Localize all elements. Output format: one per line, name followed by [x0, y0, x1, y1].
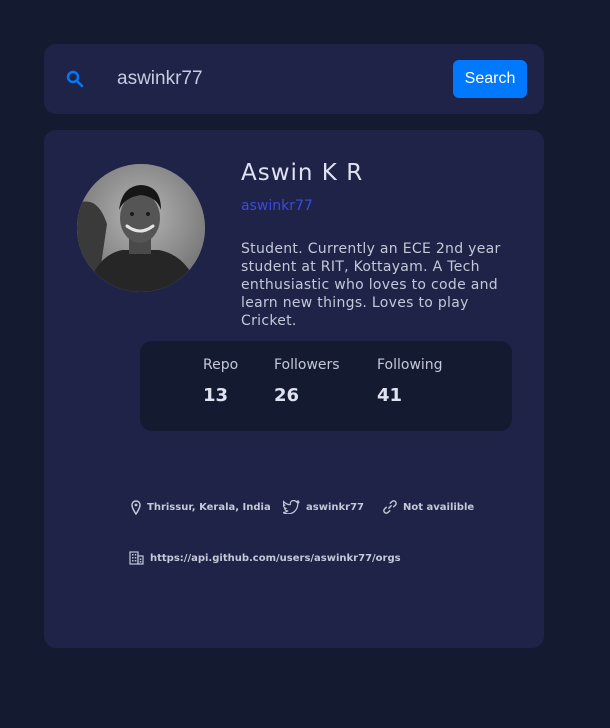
company-text: https://api.github.com/users/aswinkr77/o…	[150, 552, 401, 564]
stats-box: Repo 13 Followers 26 Following 41	[140, 341, 512, 431]
following-value: 41	[377, 385, 403, 406]
following-label: Following	[377, 357, 443, 373]
location-text: Thrissur, Kerala, India	[147, 502, 271, 513]
repo-value: 13	[203, 385, 229, 406]
website-item[interactable]: Not availible	[383, 500, 474, 514]
location-item: Thrissur, Kerala, India	[131, 500, 271, 515]
followers-label: Followers	[274, 357, 340, 373]
building-icon	[129, 551, 144, 565]
avatar	[77, 164, 205, 292]
search-input[interactable]	[117, 64, 437, 94]
search-button[interactable]: Search	[453, 60, 527, 98]
twitter-icon	[283, 500, 300, 514]
website-text: Not availible	[403, 501, 475, 513]
profile-username-link[interactable]: aswinkr77	[241, 198, 313, 214]
location-pin-icon	[131, 500, 141, 515]
link-icon	[383, 500, 397, 514]
search-icon	[66, 70, 84, 88]
twitter-text: aswinkr77	[306, 501, 364, 513]
company-item[interactable]: https://api.github.com/users/aswinkr77/o…	[129, 551, 401, 565]
followers-value: 26	[274, 385, 300, 406]
repo-label: Repo	[203, 357, 239, 373]
profile-bio: Student. Currently an ECE 2nd year stude…	[241, 241, 501, 329]
profile-name: Aswin K R	[241, 160, 364, 186]
twitter-item[interactable]: aswinkr77	[283, 500, 364, 514]
